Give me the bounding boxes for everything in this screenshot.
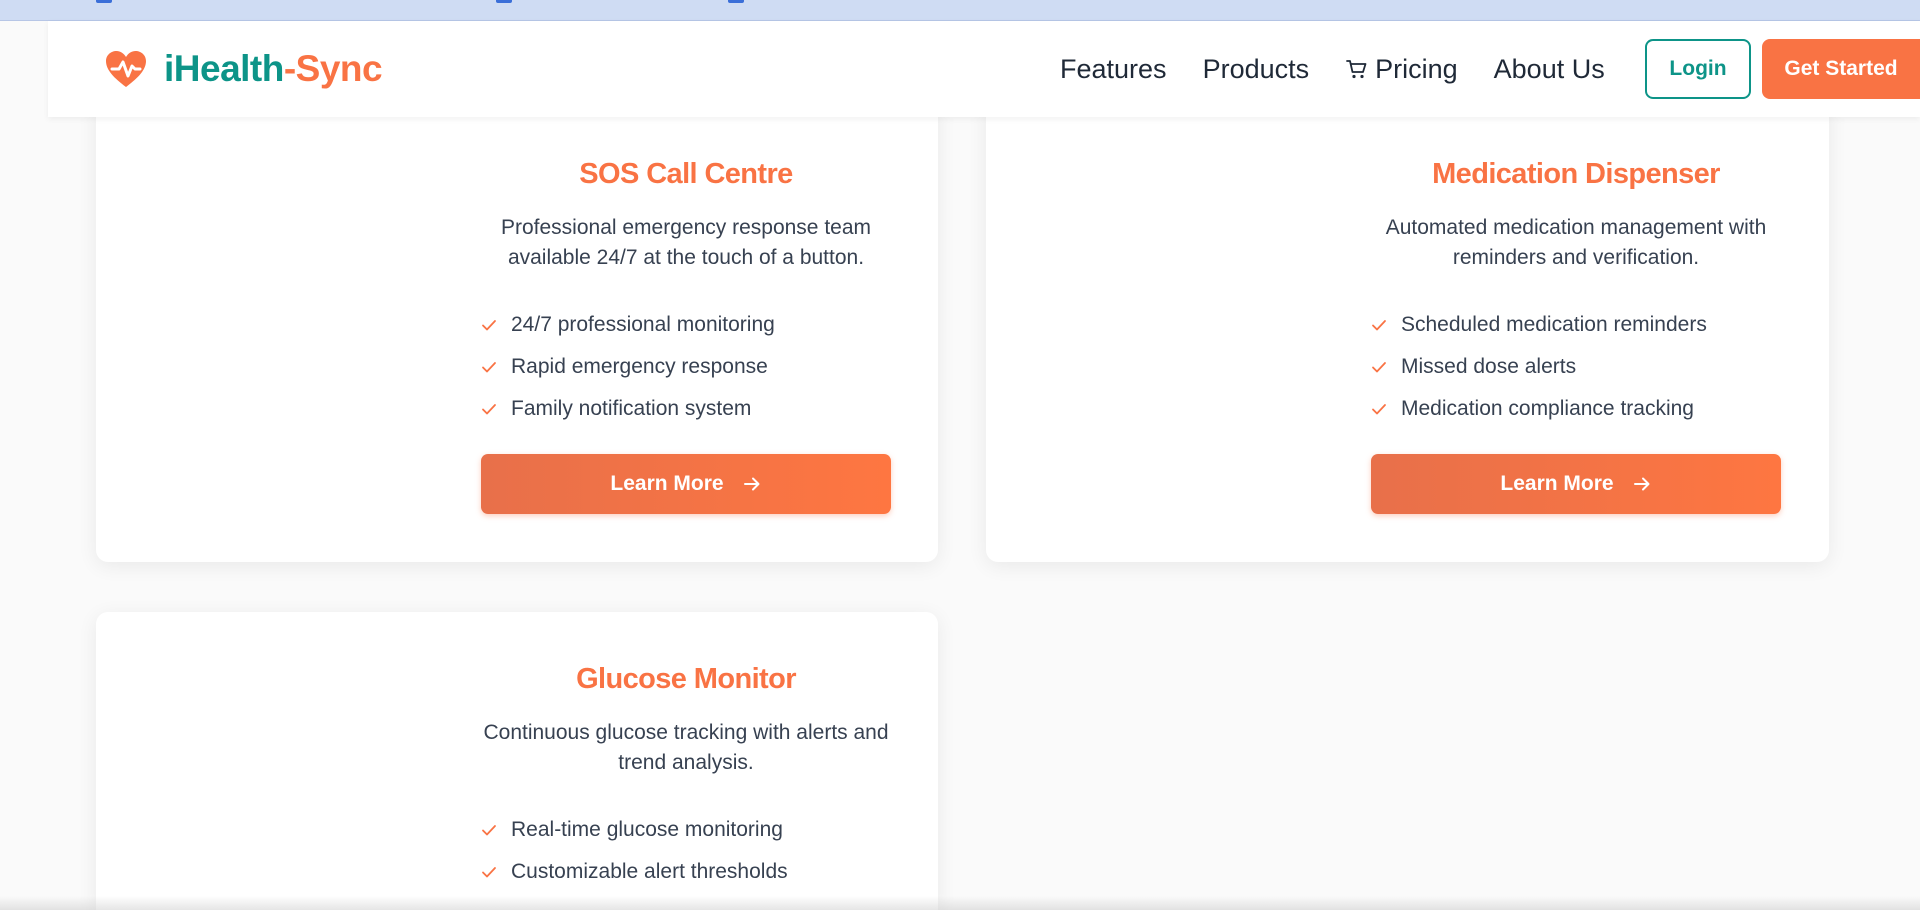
- cart-icon: [1346, 60, 1367, 79]
- feature-list: Scheduled medication reminders Missed do…: [1371, 304, 1781, 430]
- check-icon: [482, 320, 496, 331]
- learn-more-label: Learn More: [1500, 472, 1614, 495]
- nav-link-label: Pricing: [1375, 53, 1458, 84]
- brand-name-part2: -Sync: [283, 48, 383, 89]
- feature-item: Scheduled medication reminders: [1371, 304, 1781, 346]
- feature-text: Family notification system: [511, 397, 752, 420]
- feature-item: Customizable alert thresholds: [481, 851, 891, 893]
- feature-list: Real-time glucose monitoring Customizabl…: [481, 809, 891, 893]
- card-title: Medication Dispenser: [1432, 158, 1720, 190]
- login-button[interactable]: Login: [1645, 39, 1751, 99]
- nav-link-pricing[interactable]: Pricing: [1345, 54, 1458, 85]
- nav-link-features[interactable]: Features: [1060, 54, 1167, 85]
- site-header: iHealth-Sync Features Products Pricing A…: [48, 21, 1920, 117]
- check-icon: [482, 404, 496, 415]
- bookmark-icon[interactable]: [728, 0, 744, 3]
- feature-text: Real-time glucose monitoring: [511, 818, 783, 841]
- feature-item: Missed dose alerts: [1371, 346, 1781, 388]
- nav-link-label: Products: [1202, 53, 1310, 84]
- learn-more-button[interactable]: Learn More: [481, 454, 891, 514]
- card-body: Glucose Monitor Continuous glucose track…: [481, 612, 891, 910]
- scroll-fade: [0, 896, 1920, 910]
- feature-list: 24/7 professional monitoring Rapid emerg…: [481, 304, 891, 430]
- feature-item: 24/7 professional monitoring: [481, 304, 891, 346]
- feature-text: Rapid emergency response: [511, 355, 768, 378]
- card-description: Continuous glucose tracking with alerts …: [483, 721, 889, 774]
- check-icon: [482, 825, 496, 836]
- card-description: Automated medication management with rem…: [1385, 216, 1767, 269]
- check-icon: [1372, 404, 1386, 415]
- heart-pulse-icon: [106, 51, 146, 87]
- learn-more-button[interactable]: Learn More: [1371, 454, 1781, 514]
- brand-name-part1: iHealth: [164, 48, 284, 89]
- arrow-right-icon: [1633, 477, 1650, 491]
- card-body: Medication Dispenser Automated medicatio…: [1371, 96, 1781, 562]
- brand-name: iHealth-Sync: [164, 48, 383, 90]
- nav-link-products[interactable]: Products: [1203, 54, 1310, 85]
- browser-bookmarks-bar: [0, 0, 1920, 21]
- nav-link-label: About Us: [1493, 53, 1605, 84]
- main-nav: Features Products Pricing About Us: [1060, 51, 1641, 87]
- feature-item: Real-time glucose monitoring: [481, 809, 891, 851]
- check-icon: [1372, 320, 1386, 331]
- feature-text: 24/7 professional monitoring: [511, 313, 775, 336]
- product-card-sos-call-centre: SOS Call Centre Professional emergency r…: [96, 96, 938, 562]
- get-started-button[interactable]: Get Started: [1762, 39, 1920, 99]
- learn-more-label: Learn More: [610, 472, 724, 495]
- product-card-medication-dispenser: Medication Dispenser Automated medicatio…: [986, 96, 1829, 562]
- check-icon: [1372, 362, 1386, 373]
- bookmark-icon[interactable]: [496, 0, 512, 3]
- feature-item: Medication compliance tracking: [1371, 388, 1781, 430]
- card-title: Glucose Monitor: [576, 663, 796, 695]
- arrow-right-icon: [743, 477, 760, 491]
- feature-text: Medication compliance tracking: [1401, 397, 1694, 420]
- bookmark-icon[interactable]: [96, 0, 112, 3]
- check-icon: [482, 362, 496, 373]
- feature-item: Rapid emergency response: [481, 346, 891, 388]
- feature-text: Customizable alert thresholds: [511, 860, 788, 883]
- card-body: SOS Call Centre Professional emergency r…: [481, 96, 891, 562]
- card-title: SOS Call Centre: [579, 158, 793, 190]
- card-description: Professional emergency response team ava…: [500, 216, 872, 269]
- product-card-glucose-monitor: Glucose Monitor Continuous glucose track…: [96, 612, 938, 910]
- nav-link-label: Features: [1060, 53, 1167, 84]
- nav-link-about-us[interactable]: About Us: [1494, 54, 1605, 85]
- feature-item: Family notification system: [481, 388, 891, 430]
- check-icon: [482, 867, 496, 878]
- feature-text: Missed dose alerts: [1401, 355, 1577, 378]
- feature-text: Scheduled medication reminders: [1401, 313, 1707, 336]
- brand-logo[interactable]: iHealth-Sync: [104, 46, 383, 92]
